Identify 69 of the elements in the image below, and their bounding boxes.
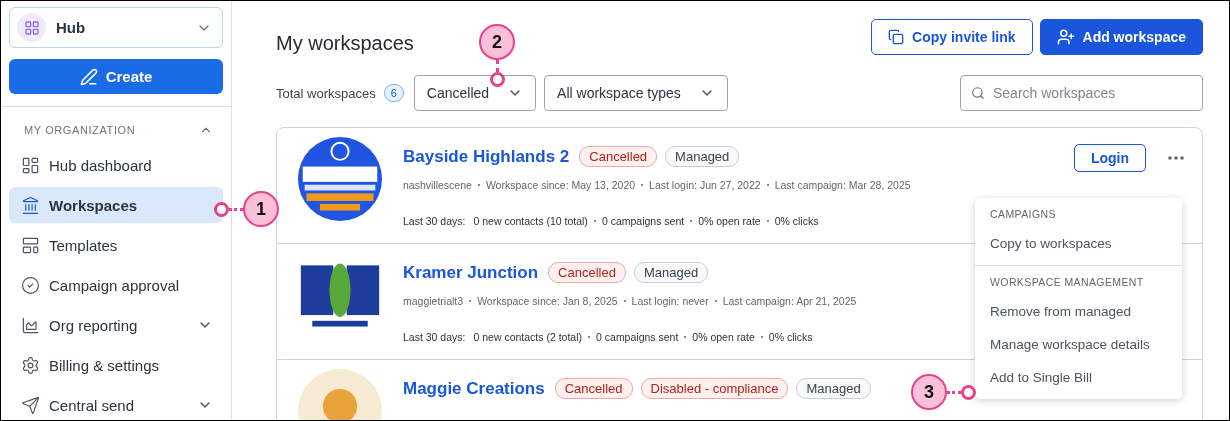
workspace-meta: nashvillescene xyxy=(403,179,472,191)
section-title: MY ORGANIZATION xyxy=(24,124,136,136)
workspace-name[interactable]: Bayside Highlands 2 xyxy=(403,146,570,167)
chart-icon xyxy=(21,315,40,335)
menu-section-title: CAMPAIGNS xyxy=(989,207,1057,222)
hub-switcher[interactable]: Hub xyxy=(9,7,223,48)
status-badge: Managed xyxy=(633,262,709,283)
check-circle-icon xyxy=(21,275,40,295)
add-workspace-button[interactable]: Add workspace xyxy=(1039,19,1203,55)
stats-label: Last 30 days: xyxy=(403,215,466,227)
callout-number: 1 xyxy=(243,191,279,227)
copy-link-button[interactable]: Copy invite link xyxy=(871,19,1033,55)
dashboard-icon xyxy=(21,155,40,175)
status-badge: Cancelled xyxy=(554,378,633,399)
search-field[interactable]: Search workspaces xyxy=(960,75,1203,111)
total-label: Total workspaces xyxy=(276,85,376,101)
create-button[interactable]: Create xyxy=(9,59,223,94)
status-badge: Cancelled xyxy=(579,146,658,167)
settings-icon xyxy=(21,355,40,375)
workspace-meta: Last campaign: Mar 28, 2025 xyxy=(774,179,911,191)
nav-item[interactable]: Campaign approval xyxy=(9,267,223,303)
nav-item[interactable]: Org reporting xyxy=(9,307,223,343)
nav-item[interactable]: Workspaces xyxy=(9,187,223,223)
search-icon xyxy=(971,86,985,100)
filter-dropdown[interactable]: All workspace types xyxy=(544,75,728,111)
workspace-stat: 0% clicks xyxy=(774,215,819,227)
menu-item[interactable]: Add to Single Bill xyxy=(975,362,1182,395)
nav-item[interactable]: Central send xyxy=(9,387,223,420)
copy-icon xyxy=(888,29,905,45)
status-badge: Disabled - compliance xyxy=(640,378,789,399)
workspace-stat: 0% clicks xyxy=(768,331,813,343)
workspace-meta: Workspace since: Jan 8, 2025 xyxy=(477,295,618,307)
nav-item[interactable]: Templates xyxy=(9,227,223,263)
layout-icon xyxy=(21,235,40,255)
menu-item[interactable]: Manage workspace details xyxy=(975,329,1182,362)
status-badge: Managed xyxy=(796,378,871,399)
login-button[interactable]: Login xyxy=(1073,144,1146,172)
stats-label: Last 30 days: xyxy=(403,331,466,343)
callout-number: 3 xyxy=(911,374,947,410)
count-badge: 6 xyxy=(383,84,404,102)
filter-dropdown[interactable]: Cancelled xyxy=(413,75,537,111)
menu-item[interactable]: Remove from managed xyxy=(975,296,1182,329)
grid-icon xyxy=(23,19,40,36)
nav-item[interactable]: Hub dashboard xyxy=(9,147,223,183)
workspace-stat: 0 new contacts (2 total) xyxy=(473,331,583,343)
workspace-meta: Last campaign: Apr 21, 2025 xyxy=(722,295,857,307)
callout-number: 2 xyxy=(479,24,515,60)
ellipsis-icon xyxy=(1168,156,1184,160)
workspace-stat: 0% open rate xyxy=(698,215,761,227)
workspace-meta: Last login: Jun 27, 2022 xyxy=(649,179,761,191)
workspace-name[interactable]: Maggie Creations xyxy=(403,378,545,399)
user-plus-icon xyxy=(1056,28,1075,46)
pencil-icon xyxy=(79,67,98,86)
workspace-stat: 0 campaigns sent xyxy=(601,215,685,227)
menu-item[interactable]: Copy to workspaces xyxy=(975,228,1182,261)
nav-item[interactable]: Billing & settings xyxy=(9,347,223,383)
status-badge: Cancelled xyxy=(548,262,626,283)
page-title: My workspaces xyxy=(276,31,414,55)
workspace-meta: Workspace since: May 13, 2020 xyxy=(485,179,636,191)
status-badge: Managed xyxy=(665,146,740,167)
bank-icon xyxy=(21,195,40,215)
workspace-meta: Last login: never xyxy=(631,295,709,307)
workspace-meta: maggietrialt3 xyxy=(403,295,464,307)
menu-section-title: WORKSPACE MANAGEMENT xyxy=(989,275,1145,290)
workspace-stat: 0 new contacts (10 total) xyxy=(473,215,588,227)
send-icon xyxy=(21,395,40,415)
workspace-stat: 0 campaigns sent xyxy=(596,331,679,343)
workspace-stat: 0% open rate xyxy=(692,331,755,343)
workspace-name[interactable]: Kramer Junction xyxy=(403,262,539,283)
